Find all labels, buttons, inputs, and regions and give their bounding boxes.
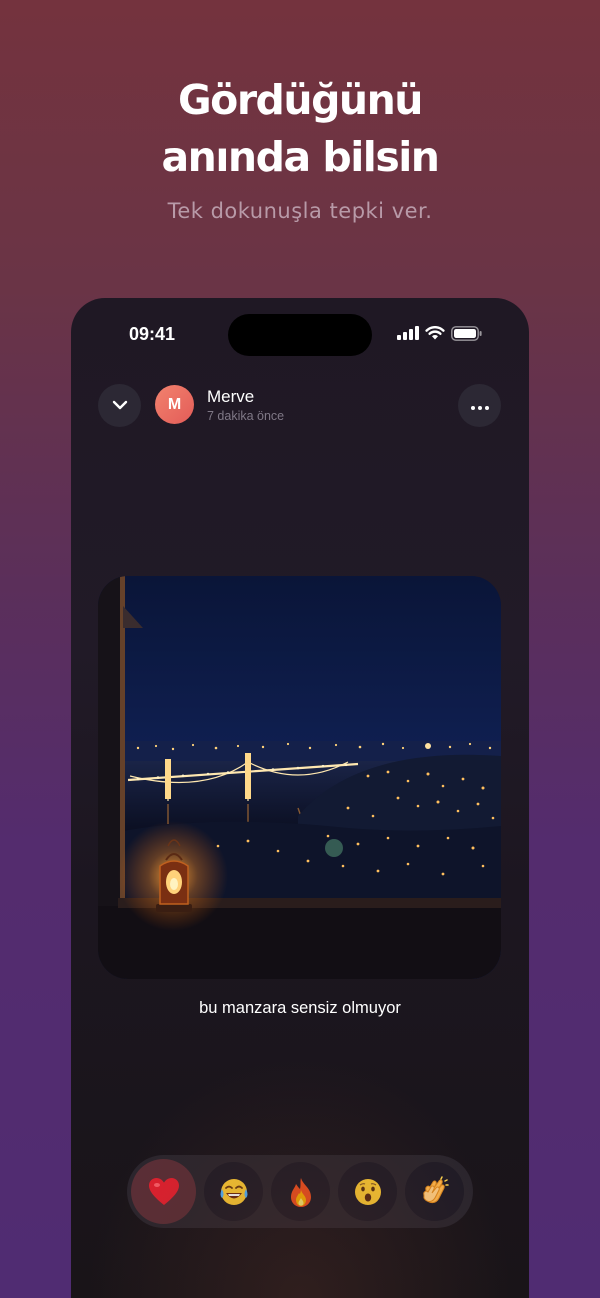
chevron-down-icon [112,397,128,415]
status-icons [397,325,483,341]
wifi-icon [425,325,445,341]
cellular-signal-icon [397,326,419,340]
post-timestamp: 7 dakika önce [207,409,285,423]
reaction-heart-button[interactable] [131,1159,196,1224]
user-name[interactable]: Merve [207,387,254,407]
reaction-laugh-button[interactable] [204,1162,263,1221]
hero-title: Gördüğünü anında bilsin [0,72,600,186]
reaction-fire-button[interactable] [271,1162,330,1221]
dynamic-island [228,314,372,356]
red-heart-icon [148,1177,180,1207]
status-time: 09:41 [129,324,176,344]
phone-screen: 09:41 M Merve 7 dakika önce bu manzara s… [71,298,529,1298]
clapping-hands-icon [419,1175,451,1208]
more-options-button[interactable] [458,384,501,427]
collapse-button[interactable] [98,384,141,427]
reaction-wow-button[interactable] [338,1162,397,1221]
reaction-clap-button[interactable] [405,1162,464,1221]
hero-title-line-2: anında bilsin [161,133,441,181]
tears-of-joy-icon [218,1176,250,1208]
hero-subtitle: Tek dokunuşla tepki ver. [167,199,433,223]
post-photo[interactable] [98,576,501,979]
battery-icon [451,325,483,341]
avatar[interactable]: M [155,385,194,424]
more-horizontal-icon [470,397,489,415]
fire-icon [287,1176,315,1208]
reaction-bar [127,1155,473,1228]
post-caption: bu manzara sensiz olmuyor [199,999,401,1017]
surprised-face-icon [352,1176,384,1208]
hero-title-line-1: Gördüğünü [178,76,424,124]
